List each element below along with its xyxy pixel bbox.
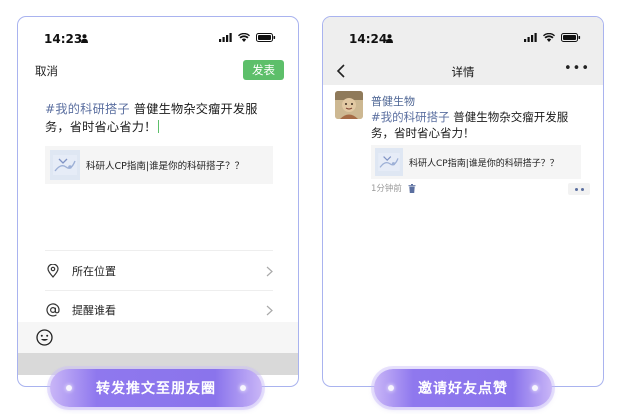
menu-item-label: 所在位置 (72, 265, 116, 278)
cancel-button[interactable]: 取消 (35, 63, 58, 79)
compose-textarea[interactable]: #我的科研搭子 普健生物杂交瘤开发服务，省时省心省力！ (45, 100, 277, 136)
battery-icon (256, 33, 276, 42)
post-meta: 1分钟前 (371, 182, 416, 194)
post-username[interactable]: 普健生物 (371, 93, 415, 109)
sparkle-icon (240, 385, 246, 391)
sparkle-icon (388, 385, 394, 391)
pill-label: 邀请好友点赞 (418, 381, 508, 397)
emoji-toolbar (18, 322, 298, 353)
link-thumbnail (50, 150, 80, 180)
pill-label: 转发推文至朋友圈 (96, 381, 216, 397)
emoji-icon[interactable] (36, 329, 53, 346)
link-card-title: 科研人CP指南|谁是你的科研搭子？？ (86, 161, 245, 172)
status-bar: 14:24 (323, 17, 603, 59)
sparkle-icon (66, 385, 72, 391)
menu-item-location[interactable]: 所在位置 (45, 252, 273, 290)
status-icons (524, 33, 581, 42)
person-icon (386, 34, 393, 43)
signal-icon (524, 33, 537, 42)
invite-friends-like-button[interactable]: 邀请好友点赞 (374, 369, 552, 407)
nav-title: 详情 (451, 65, 475, 79)
link-thumbnail (375, 148, 403, 176)
hashtag-link[interactable]: #我的科研搭子 (45, 102, 130, 116)
trash-icon[interactable] (408, 183, 416, 193)
post-time: 1分钟前 (371, 184, 402, 194)
sparkle-icon (532, 385, 538, 391)
status-icons (219, 33, 276, 42)
status-time: 14:23 (44, 32, 83, 46)
person-icon (81, 34, 88, 43)
link-card-title: 科研人CP指南|谁是你的科研搭子？？ (409, 158, 559, 169)
status-time: 14:24 (349, 32, 388, 46)
avatar[interactable] (335, 91, 363, 119)
wifi-icon (238, 33, 250, 42)
avatar-image (335, 91, 363, 119)
moment-detail-screen: 14:24 详情 ••• 普健生物 #我的科研搭子 普健生物杂交瘤开发服务，省时… (322, 16, 604, 387)
divider (45, 250, 273, 251)
shared-link-card[interactable]: 科研人CP指南|谁是你的科研搭子？？ (371, 145, 581, 179)
more-options-icon[interactable]: ••• (564, 61, 590, 76)
at-sign-icon (45, 302, 61, 318)
like-comment-button[interactable] (568, 183, 590, 195)
menu-item-label: 提醒谁看 (72, 304, 116, 317)
status-bar: 14:23 (18, 17, 298, 59)
battery-icon (561, 33, 581, 42)
wifi-icon (543, 33, 555, 42)
compose-moment-screen: 14:23 取消 发表 #我的科研搭子 普健生物杂交瘤开发服务，省时省心省力！ … (17, 16, 299, 387)
article-thumbnail-icon (53, 155, 77, 175)
nav-bar: 详情 ••• (323, 59, 603, 85)
signal-icon (219, 33, 232, 42)
shared-link-card[interactable]: 科研人CP指南|谁是你的科研搭子？？ (45, 146, 273, 184)
publish-button[interactable]: 发表 (243, 60, 284, 80)
hashtag-link[interactable]: #我的科研搭子 (371, 110, 450, 124)
text-caret (157, 120, 159, 133)
chevron-right-icon (266, 305, 273, 315)
article-thumbnail-icon (378, 153, 400, 171)
location-pin-icon (45, 263, 61, 279)
share-to-moments-button[interactable]: 转发推文至朋友圈 (50, 369, 262, 407)
post-text: #我的科研搭子 普健生物杂交瘤开发服务，省时省心省力！ (371, 109, 591, 141)
chevron-right-icon (266, 266, 273, 276)
